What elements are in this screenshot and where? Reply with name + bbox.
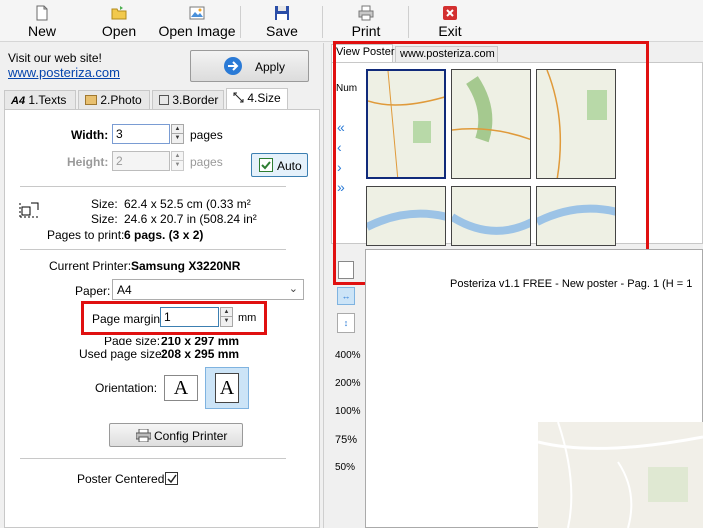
- exit-icon: [443, 6, 457, 20]
- border-icon: [159, 95, 169, 105]
- new-button[interactable]: New: [19, 2, 65, 40]
- width-input[interactable]: 3: [112, 124, 170, 144]
- height-unit: pages: [190, 155, 223, 169]
- settings-tabs: A4 1.Texts 2.Photo 3.Border 4.Size: [4, 88, 289, 109]
- current-printer-value: Samsung X3220NR: [131, 259, 241, 273]
- auto-label: Auto: [277, 159, 302, 173]
- preview-map-image: [538, 422, 703, 528]
- open-image-icon: [189, 6, 205, 20]
- zoom-100[interactable]: 100%: [335, 406, 361, 417]
- fit-height-icon[interactable]: ↕: [337, 313, 355, 333]
- zoom-200[interactable]: 200%: [335, 378, 361, 389]
- current-printer-label: Current Printer:: [49, 259, 132, 273]
- orientation-label: Orientation:: [95, 381, 158, 395]
- poster-centered-label: Poster Centered:: [77, 472, 168, 486]
- open-image-button[interactable]: Open Image: [158, 2, 236, 40]
- config-printer-label: Config Printer: [154, 429, 228, 443]
- printer-icon: [136, 429, 151, 442]
- printer-icon: [358, 5, 374, 21]
- chevron-down-icon: ⌄: [288, 283, 298, 295]
- pages-to-print-value: 6 pags. (3 x 2): [124, 228, 204, 242]
- page-margin-spinner[interactable]: ▲ ▼: [220, 307, 233, 327]
- height-label: Height:: [67, 155, 109, 169]
- tab-size[interactable]: 4.Size: [226, 88, 288, 109]
- website-link[interactable]: www.posteriza.com: [8, 65, 120, 80]
- width-spinner[interactable]: ▲ ▼: [171, 124, 184, 144]
- print-button[interactable]: Print: [345, 2, 387, 40]
- zoom-400[interactable]: 400%: [335, 350, 361, 361]
- portrait-page-icon: A: [215, 373, 239, 403]
- width-unit: pages: [190, 128, 223, 142]
- checkmark-icon: [167, 474, 177, 484]
- open-folder-icon: [111, 6, 127, 20]
- landscape-orientation-button[interactable]: A: [164, 375, 198, 401]
- save-button[interactable]: Save: [262, 2, 302, 40]
- portrait-orientation-button[interactable]: A: [205, 367, 249, 409]
- height-input[interactable]: 2: [112, 151, 170, 171]
- new-file-icon: [36, 5, 48, 21]
- height-spinner[interactable]: ▲ ▼: [171, 151, 184, 171]
- paper-label: Paper:: [75, 284, 111, 298]
- tab-border-label: 3.Border: [172, 93, 219, 107]
- toolbar-separator: [408, 6, 409, 38]
- zoom-75[interactable]: 75%: [335, 434, 357, 446]
- texts-icon: A4: [11, 95, 26, 107]
- used-page-size-label: Used page size:: [79, 347, 166, 361]
- photo-icon: [85, 95, 97, 105]
- exit-button[interactable]: Exit: [430, 2, 470, 40]
- size-cm-label: Size:: [91, 197, 118, 211]
- toolbar-separator: [240, 6, 241, 38]
- tab-border[interactable]: 3.Border: [152, 90, 224, 109]
- page-margin-label: Page margin:: [92, 312, 164, 326]
- tab-texts-label: 1.Texts: [28, 93, 67, 107]
- save-disk-icon: [275, 6, 289, 20]
- page-preview: Posteriza v1.1 FREE - New poster - Pag. …: [365, 249, 703, 528]
- main-toolbar: New Open Open Image Save Print Exit: [0, 0, 703, 42]
- exit-label: Exit: [438, 23, 462, 39]
- tab-texts[interactable]: A4 1.Texts: [4, 90, 76, 109]
- print-label: Print: [351, 23, 381, 39]
- tab-photo[interactable]: 2.Photo: [78, 90, 150, 109]
- size-cm-value: 62.4 x 52.5 cm (0.33 m²: [124, 197, 251, 211]
- tab-photo-label: 2.Photo: [100, 93, 142, 107]
- zoom-50[interactable]: 50%: [335, 462, 355, 473]
- tab-size-label: 4.Size: [247, 91, 281, 105]
- poster-centered-checkbox[interactable]: [165, 472, 178, 485]
- size-in-label: Size:: [91, 212, 118, 226]
- divider: [20, 186, 286, 187]
- dimensions-icon: [19, 201, 39, 218]
- fit-width-icon[interactable]: ↔: [337, 287, 355, 305]
- open-image-label: Open Image: [158, 23, 236, 39]
- apply-label: Apply: [255, 60, 286, 74]
- paper-select-value: A4: [117, 283, 132, 297]
- preview-header-text: Posteriza v1.1 FREE - New poster - Pag. …: [450, 278, 693, 290]
- open-label: Open: [101, 23, 137, 39]
- config-printer-button[interactable]: Config Printer: [109, 423, 243, 447]
- apply-button[interactable]: Apply: [190, 50, 309, 82]
- size-in-value: 24.6 x 20.7 in (508.24 in²: [124, 212, 257, 226]
- save-label: Save: [266, 23, 298, 39]
- visit-text: Visit our web site!: [8, 51, 102, 65]
- arrow-right-circle-icon: [224, 57, 242, 75]
- toolbar-separator: [322, 6, 323, 38]
- page-margin-unit: mm: [238, 312, 257, 324]
- used-page-size-value: 208 x 295 mm: [161, 347, 240, 361]
- page-size-label: Page size:: [104, 337, 161, 345]
- page-size-value: 210 x 297 mm: [161, 337, 240, 345]
- divider: [20, 249, 286, 250]
- pages-to-print-label: Pages to print:: [47, 228, 125, 242]
- page-margin-input[interactable]: 1: [160, 307, 219, 327]
- paper-select[interactable]: A4 ⌄: [112, 279, 304, 300]
- new-label: New: [27, 23, 56, 39]
- auto-button[interactable]: Auto: [251, 153, 308, 177]
- open-button[interactable]: Open: [96, 2, 142, 40]
- divider: [20, 458, 286, 459]
- resize-icon: [233, 92, 244, 103]
- fit-page-icon[interactable]: [338, 261, 354, 279]
- checkbox-checked-icon: [259, 158, 273, 172]
- width-label: Width:: [71, 128, 109, 142]
